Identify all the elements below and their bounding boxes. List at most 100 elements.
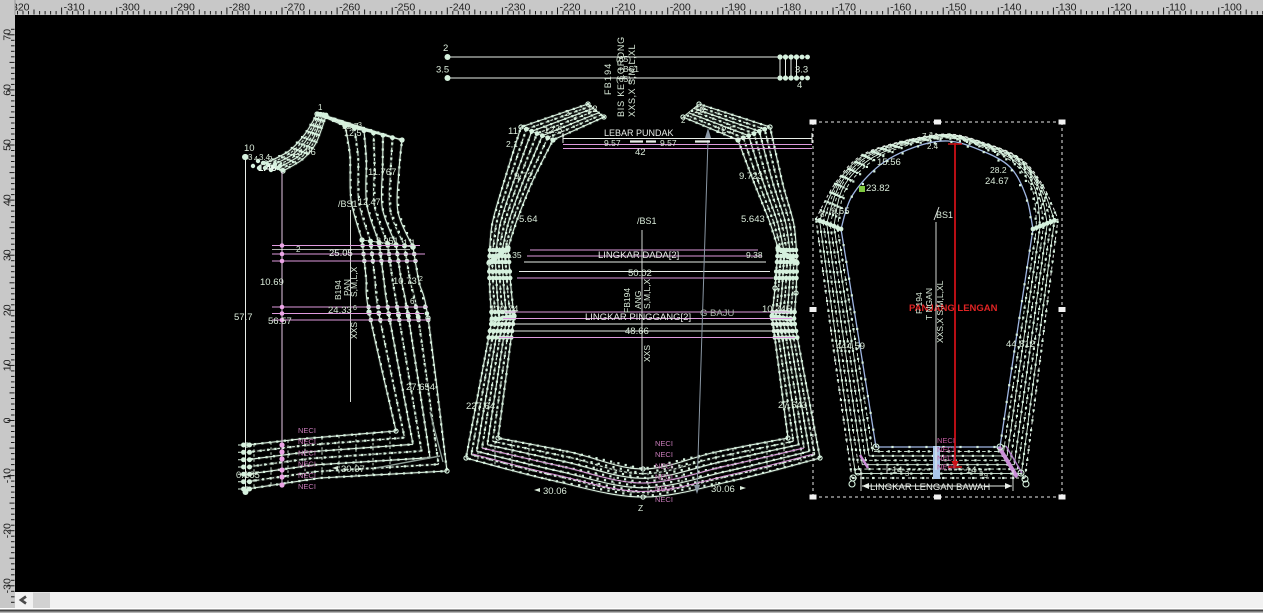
svg-text:3.5: 3.5 [436, 65, 449, 76]
svg-text:1: 1 [318, 103, 323, 112]
svg-text:60: 60 [2, 84, 14, 96]
svg-text:-200: -200 [670, 2, 691, 14]
svg-text:24.67: 24.67 [985, 176, 1009, 187]
svg-text:a: a [929, 131, 933, 138]
svg-text:NECI: NECI [298, 437, 316, 446]
svg-text:-20: -20 [2, 523, 14, 538]
svg-text:T NGAN: T NGAN [924, 288, 934, 320]
svg-text:50.02: 50.02 [628, 268, 652, 279]
svg-text:LEBAR PUNDAK: LEBAR PUNDAK [604, 128, 674, 138]
svg-text:-210: -210 [615, 2, 636, 14]
svg-text:2: 2 [681, 116, 686, 125]
svg-text:27.643: 27.643 [778, 400, 807, 411]
svg-text:4: 4 [254, 156, 258, 163]
svg-text:-220: -220 [560, 2, 581, 14]
svg-text:23.82: 23.82 [866, 183, 890, 194]
svg-text:24.33: 24.33 [328, 305, 352, 316]
svg-text:9.72: 9.72 [514, 171, 533, 182]
svg-text:BS1: BS1 [936, 210, 953, 220]
svg-text:Z: Z [638, 503, 643, 513]
svg-text:-140: -140 [1000, 2, 1021, 14]
svg-text:-310: -310 [64, 2, 85, 14]
svg-text:S,M,L,X: S,M,L,X [349, 266, 359, 297]
svg-text:S,M,L,X: S,M,L,X [642, 278, 652, 309]
svg-text:9.35: 9.35 [505, 250, 522, 260]
svg-text:15.56: 15.56 [877, 157, 901, 168]
svg-text:9.57: 9.57 [604, 138, 621, 148]
svg-text:3: 3 [573, 115, 577, 122]
svg-text:-10: -10 [2, 468, 14, 483]
svg-text:56.57: 56.57 [268, 316, 292, 327]
svg-text:NECI: NECI [298, 448, 316, 457]
svg-text:10: 10 [2, 359, 14, 371]
svg-text:9: 9 [984, 473, 988, 480]
svg-text:11.767: 11.767 [368, 167, 396, 178]
svg-text:30: 30 [2, 249, 14, 261]
svg-text:LINGKAR DADA[2]: LINGKAR DADA[2] [598, 250, 679, 261]
svg-text:NECI: NECI [298, 471, 316, 480]
svg-text:444.59: 444.59 [836, 341, 865, 352]
svg-text:12: 12 [587, 104, 598, 115]
svg-text:5.643: 5.643 [741, 214, 765, 225]
svg-text:NECI: NECI [655, 439, 673, 448]
svg-text:NECI: NECI [937, 436, 955, 445]
svg-text:-240: -240 [449, 2, 470, 14]
svg-text:F 194: F 194 [914, 292, 924, 314]
svg-text:9.38: 9.38 [746, 250, 763, 260]
svg-text:-280: -280 [229, 2, 250, 14]
svg-text:20: 20 [2, 304, 14, 316]
svg-text:9.723: 9.723 [739, 171, 763, 182]
svg-text:-170: -170 [835, 2, 856, 14]
svg-text:10.69: 10.69 [260, 277, 284, 288]
svg-text:30.07: 30.07 [341, 464, 365, 475]
svg-text:-30: -30 [2, 578, 14, 593]
svg-text:27.654: 27.654 [406, 382, 435, 393]
svg-text:3: 3 [362, 128, 366, 135]
svg-text:-130: -130 [1055, 2, 1076, 14]
svg-text:12.5: 12.5 [344, 128, 362, 138]
svg-text:NECI: NECI [298, 426, 316, 435]
svg-text:3: 3 [248, 153, 253, 162]
svg-text:70: 70 [2, 29, 14, 41]
svg-text:NECI: NECI [655, 484, 673, 493]
svg-text:(65): (65) [616, 54, 631, 64]
svg-text:12.5: 12.5 [544, 125, 563, 136]
svg-text:-270: -270 [284, 2, 305, 14]
svg-text:LINGKAR LENGAN BAWAH: LINGKAR LENGAN BAWAH [870, 482, 990, 493]
svg-text:/BS1: /BS1 [637, 216, 657, 226]
svg-text:-250: -250 [394, 2, 415, 14]
svg-text:44.812: 44.812 [1006, 339, 1035, 350]
svg-text:1: 1 [934, 132, 939, 141]
svg-text:50: 50 [2, 139, 14, 151]
svg-text:30.06: 30.06 [543, 486, 567, 497]
svg-text:XXS: XXS [349, 322, 359, 339]
svg-text:12.47: 12.47 [358, 197, 381, 207]
svg-text:-110: -110 [1166, 2, 1186, 14]
svg-text:14: 14 [892, 465, 903, 476]
svg-text:-160: -160 [890, 2, 911, 14]
svg-text:25.05: 25.05 [329, 248, 353, 259]
svg-text:40: 40 [2, 194, 14, 206]
svg-text:227.64: 227.64 [466, 401, 495, 412]
svg-text:-120: -120 [1111, 2, 1132, 14]
svg-text:NECI: NECI [655, 473, 673, 482]
svg-text:11: 11 [508, 126, 518, 137]
svg-text:1.1: 1.1 [403, 238, 416, 248]
svg-text:FB194: FB194 [622, 288, 632, 313]
svg-text:4: 4 [797, 80, 802, 91]
svg-text:10.73: 10.73 [393, 276, 417, 287]
svg-text:2.4: 2.4 [927, 142, 939, 151]
svg-text:NECI: NECI [655, 495, 673, 504]
svg-text:XXS: XXS [642, 345, 652, 362]
svg-text:8: 8 [820, 210, 825, 219]
svg-text:NECI: NECI [298, 482, 316, 491]
svg-text:-290: -290 [174, 2, 195, 14]
svg-text:-100: -100 [1221, 2, 1242, 14]
svg-text:-260: -260 [339, 2, 360, 14]
svg-text:2: 2 [565, 109, 570, 118]
svg-text:2: 2 [296, 245, 301, 254]
svg-text:48.66: 48.66 [625, 326, 649, 337]
svg-text:G BAJU: G BAJU [700, 308, 734, 319]
svg-text:3.3: 3.3 [795, 65, 808, 76]
svg-text:5.64: 5.64 [519, 214, 538, 225]
